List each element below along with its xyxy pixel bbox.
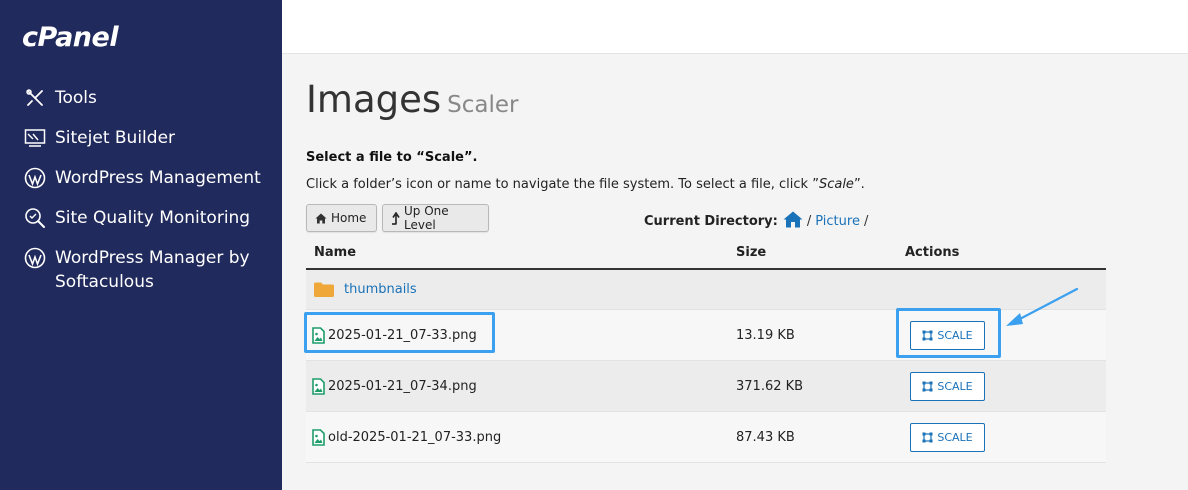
cpanel-logo[interactable]: cPanel [22, 22, 119, 53]
page-title-sub: Scaler [447, 92, 519, 118]
help-text: Click a folder’s icon or name to navigat… [306, 177, 865, 192]
help-prefix: Click a folder’s icon or name to navigat… [306, 177, 819, 192]
column-header-size[interactable]: Size [736, 245, 766, 260]
table-row: old-2025-01-21_07-33.png 87.43 KB SCALE [306, 412, 1106, 463]
home-directory-icon[interactable] [783, 211, 803, 232]
sidebar-item-wordpress-softaculous[interactable]: WordPress Manager by Softaculous [22, 246, 272, 294]
home-button-label: Home [331, 211, 367, 225]
folder-cell: thumbnails [312, 270, 417, 309]
scale-button[interactable]: SCALE [910, 371, 985, 401]
folder-icon[interactable] [314, 282, 334, 297]
scale-button-label: SCALE [937, 430, 973, 444]
table-row: 2025-01-21_07-34.png 371.62 KB SCALE [306, 361, 1106, 412]
sidebar-item-wordpress-management[interactable]: WordPress Management [22, 166, 272, 190]
tools-icon [22, 86, 48, 110]
level-up-icon [391, 211, 400, 225]
sidebar-item-sitejet[interactable]: Sitejet Builder [22, 126, 272, 150]
up-one-level-button[interactable]: Up One Level [382, 204, 489, 232]
sidebar-item-label: WordPress Manager by Softaculous [55, 248, 250, 292]
scale-button-label: SCALE [937, 379, 973, 393]
quality-search-icon [22, 206, 48, 230]
sidebar-item-label: Site Quality Monitoring [55, 208, 251, 228]
path-folder-link[interactable]: Picture [815, 214, 860, 229]
file-name-cell: 2025-01-21_07-34.png [312, 361, 477, 411]
sidebar-nav: Tools Sitejet Builder WordPress Manageme… [22, 86, 272, 310]
image-file-icon [312, 428, 325, 446]
column-header-actions: Actions [905, 244, 960, 260]
highlight-box-scale [896, 308, 1001, 358]
page-title-main: Images [306, 78, 442, 121]
folder-link[interactable]: thumbnails [344, 282, 417, 297]
column-header-name[interactable]: Name [314, 245, 356, 260]
help-emphasis: Scale [818, 177, 854, 192]
scale-icon [922, 432, 933, 443]
actions-cell: SCALE [910, 412, 985, 462]
help-suffix: ”. [853, 177, 865, 192]
sidebar: cPanel Tools Sitejet Builder WordPress M… [0, 0, 282, 490]
current-directory: Current Directory: / Picture / [644, 211, 872, 232]
main-content: Images Scaler Select a file to “Scale”. C… [282, 54, 1188, 490]
home-icon [315, 213, 327, 224]
actions-cell: SCALE [910, 361, 985, 411]
page-title: Images Scaler [306, 78, 519, 121]
instruction-text: Select a file to “Scale”. [306, 150, 478, 165]
scale-button[interactable]: SCALE [910, 422, 985, 452]
scale-icon [922, 381, 933, 392]
file-size: 87.43 KB [736, 429, 795, 445]
top-header-bar [282, 0, 1188, 54]
sidebar-item-label: WordPress Management [55, 168, 261, 188]
sitejet-icon [22, 126, 48, 150]
image-file-icon [312, 377, 325, 395]
file-name-cell: old-2025-01-21_07-33.png [312, 412, 501, 462]
wordpress-icon [22, 166, 48, 190]
sidebar-item-label: Sitejet Builder [55, 128, 176, 148]
table-header: Name Size Actions [306, 236, 1106, 270]
sidebar-item-tools[interactable]: Tools [22, 86, 272, 110]
annotation-arrow-icon [1006, 287, 1079, 326]
sidebar-item-label: Tools [55, 88, 97, 108]
current-directory-label: Current Directory: [644, 214, 778, 229]
file-size: 13.19 KB [736, 327, 795, 343]
file-name: old-2025-01-21_07-33.png [328, 429, 502, 445]
path-trailing-separator: / [863, 214, 869, 229]
home-button[interactable]: Home [306, 204, 377, 232]
path-separator: / [806, 214, 812, 229]
wordpress-icon [22, 246, 48, 270]
table-row-folder: thumbnails [306, 270, 1106, 310]
highlight-box-filename [304, 312, 495, 353]
up-button-label: Up One Level [404, 204, 449, 232]
file-name: 2025-01-21_07-34.png [328, 378, 477, 394]
sidebar-item-site-quality[interactable]: Site Quality Monitoring [22, 206, 272, 230]
file-size: 371.62 KB [736, 378, 804, 394]
